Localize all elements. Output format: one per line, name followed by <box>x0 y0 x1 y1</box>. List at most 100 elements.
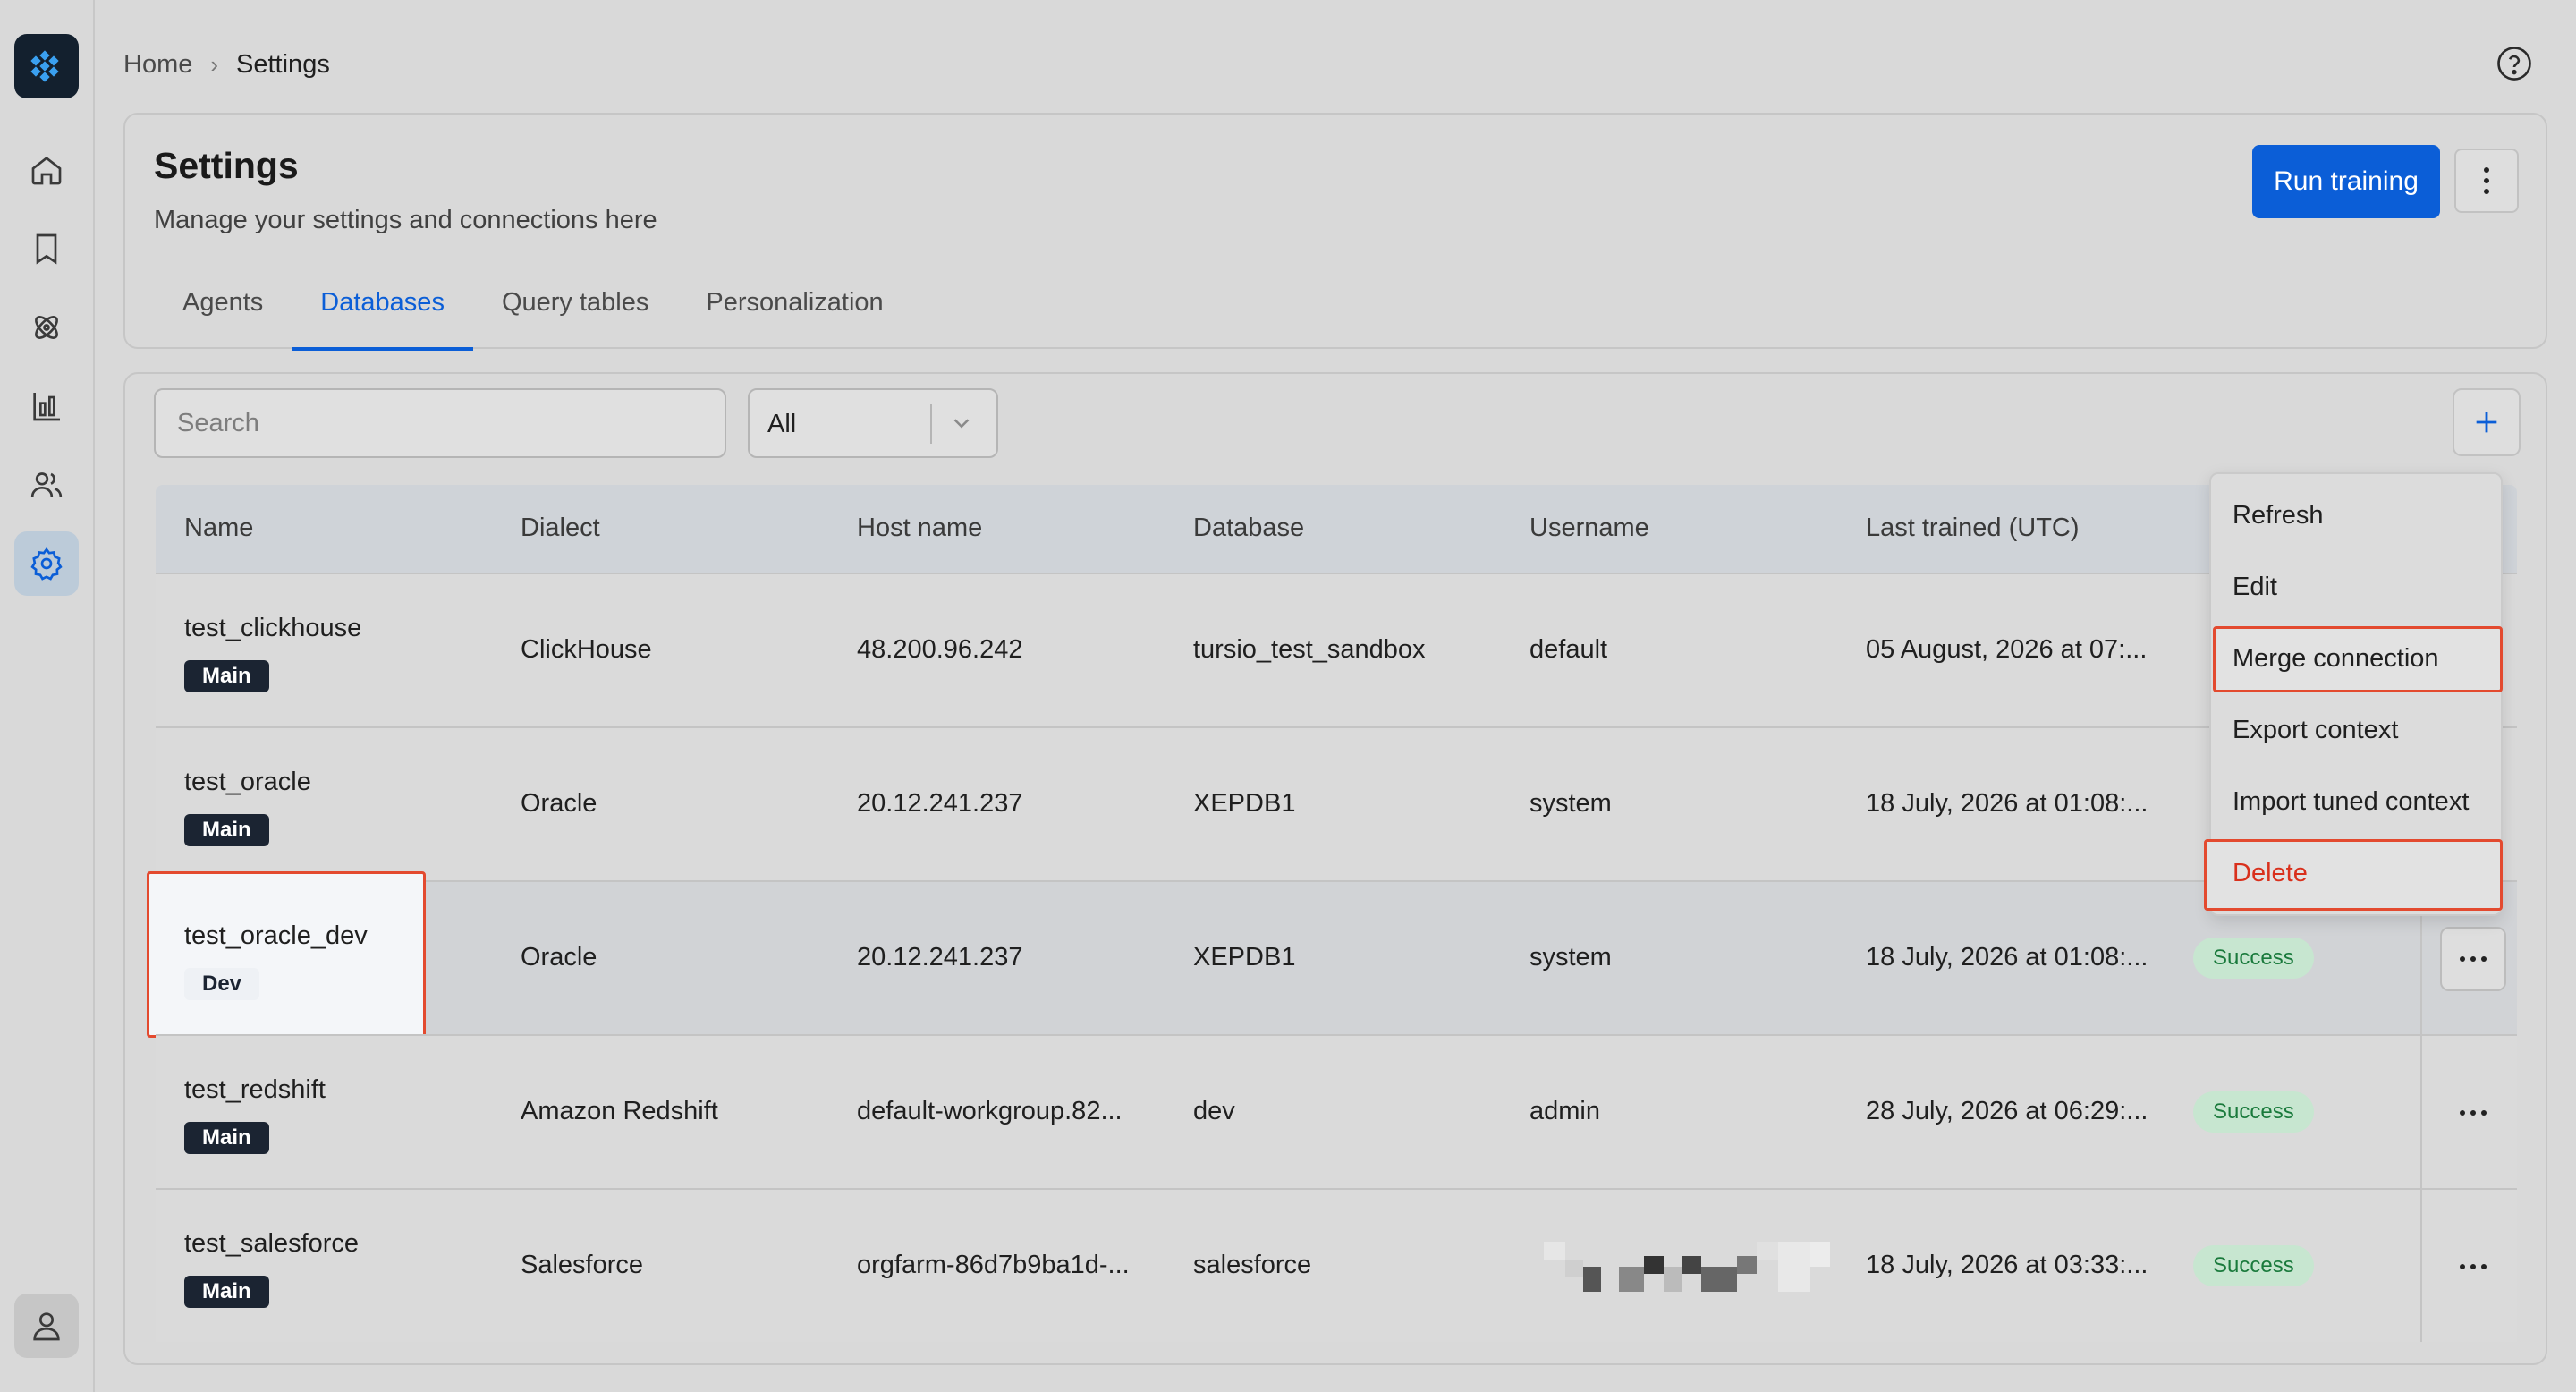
databases-panel: All Name Dialect Host name Database User… <box>123 372 2547 1365</box>
highlighted-name-cell[interactable] <box>147 871 426 1038</box>
database-cell: XEPDB1 <box>1193 943 1296 972</box>
table-row[interactable]: test_clickhouse Main ClickHouse 48.200.9… <box>156 573 2517 726</box>
status-badge: Success <box>2193 1091 2314 1133</box>
breadcrumb-current: Settings <box>236 49 330 79</box>
username-cell: system <box>1530 943 1612 972</box>
database-cell: tursio_test_sandbox <box>1193 635 1426 664</box>
nav-bookmarks[interactable] <box>14 216 79 281</box>
filter-value: All <box>767 410 797 438</box>
database-cell: XEPDB1 <box>1193 789 1296 818</box>
run-training-button[interactable]: Run training <box>2252 145 2440 218</box>
username-cell: admin <box>1530 1097 1600 1125</box>
column-divider <box>2420 1036 2422 1188</box>
breadcrumb: Home › Settings <box>123 45 330 84</box>
app-logo[interactable] <box>14 34 79 98</box>
horizontal-dots-icon <box>2460 1264 2487 1269</box>
table-row[interactable]: test_redshift Main Amazon Redshift defau… <box>156 1034 2517 1188</box>
add-connection-button[interactable] <box>2453 388 2521 456</box>
username-cell: default <box>1530 635 1608 664</box>
vertical-dots-icon <box>2484 167 2489 194</box>
table-row[interactable]: test_salesforce Main Salesforce orgfarm-… <box>156 1188 2517 1342</box>
dialect-cell: ClickHouse <box>521 635 652 664</box>
column-header-last-trained: Last trained (UTC) <box>1866 514 2080 542</box>
database-cell: salesforce <box>1193 1251 1312 1279</box>
nav-profile[interactable] <box>14 1294 79 1358</box>
branch-badge: Dev <box>184 968 260 1000</box>
menu-item-delete[interactable]: Delete <box>2233 859 2308 888</box>
status-badge: Success <box>2193 1245 2314 1286</box>
user-icon <box>33 1312 60 1341</box>
last-trained-cell: 18 July, 2026 at 01:08:... <box>1866 943 2148 972</box>
connection-name: test_salesforce <box>184 1229 360 1258</box>
branch-badge: Main <box>184 814 269 846</box>
status-badge: Success <box>2193 938 2314 979</box>
host-cell: 48.200.96.242 <box>857 635 1023 664</box>
dialect-cell: Oracle <box>521 943 597 972</box>
column-header-database: Database <box>1193 514 1305 542</box>
host-cell: 20.12.241.237 <box>857 943 1023 972</box>
branch-badge: Main <box>184 1276 269 1308</box>
logo-icon <box>30 50 59 82</box>
menu-item-edit[interactable]: Edit <box>2233 573 2277 602</box>
dialect-cell: Oracle <box>521 789 597 818</box>
home-icon <box>31 156 62 185</box>
tab-query-tables[interactable]: Query tables <box>473 276 677 351</box>
help-icon[interactable] <box>2496 45 2533 82</box>
column-header-name: Name <box>184 514 254 542</box>
menu-item-merge-connection[interactable]: Merge connection <box>2233 644 2439 674</box>
tab-databases[interactable]: Databases <box>292 276 473 351</box>
column-header-host: Host name <box>857 514 983 542</box>
connection-name: test_oracle_dev <box>184 921 368 950</box>
database-cell: dev <box>1193 1097 1235 1125</box>
tab-agents[interactable]: Agents <box>154 276 292 351</box>
menu-item-import-tuned-context[interactable]: Import tuned context <box>2233 787 2469 817</box>
settings-header-panel: Settings Manage your settings and connec… <box>123 113 2547 351</box>
row-actions-button[interactable] <box>2440 927 2506 991</box>
page-title: Settings <box>154 145 299 186</box>
last-trained-cell: 28 July, 2026 at 06:29:... <box>1866 1097 2148 1125</box>
nav-users[interactable] <box>14 453 79 517</box>
breadcrumb-separator: › <box>210 50 219 78</box>
row-actions-button[interactable] <box>2440 1235 2506 1299</box>
nav-models[interactable] <box>14 295 79 360</box>
page-subtitle: Manage your settings and connections her… <box>154 206 657 234</box>
tab-personalization[interactable]: Personalization <box>677 276 911 351</box>
horizontal-dots-icon <box>2460 956 2487 962</box>
menu-item-export-context[interactable]: Export context <box>2233 716 2398 745</box>
username-cell: system <box>1530 789 1612 818</box>
dialect-cell: Salesforce <box>521 1251 644 1279</box>
table-header: Name Dialect Host name Database Username… <box>156 485 2517 573</box>
host-cell: 20.12.241.237 <box>857 789 1023 818</box>
plus-icon <box>2476 412 2497 433</box>
branch-badge: Main <box>184 1122 269 1154</box>
last-trained-cell: 18 July, 2026 at 01:08:... <box>1866 789 2148 818</box>
redacted-username <box>1544 1242 1830 1292</box>
branch-badge: Main <box>184 660 269 692</box>
breadcrumb-home[interactable]: Home <box>123 50 192 80</box>
chevron-down-icon <box>953 419 970 429</box>
users-icon <box>30 472 63 497</box>
table-row[interactable]: test_oracle_dev Dev Oracle 20.12.241.237… <box>147 871 2517 1038</box>
settings-tabs: Agents Databases Query tables Personaliz… <box>154 276 912 351</box>
search-input[interactable] <box>154 388 726 458</box>
bar-chart-icon <box>33 393 60 421</box>
filter-select[interactable]: All <box>748 388 998 458</box>
last-trained-cell: 18 July, 2026 at 03:33:... <box>1866 1251 2148 1279</box>
dialect-cell: Amazon Redshift <box>521 1097 718 1125</box>
nav-home[interactable] <box>14 138 79 202</box>
menu-item-refresh[interactable]: Refresh <box>2233 501 2324 530</box>
last-trained-cell: 05 August, 2026 at 07:... <box>1866 635 2148 664</box>
connection-name: test_redshift <box>184 1075 326 1104</box>
connection-name: test_oracle <box>184 768 311 796</box>
sidebar <box>0 0 95 1392</box>
nav-settings[interactable] <box>14 531 79 596</box>
header-more-button[interactable] <box>2454 149 2519 213</box>
gear-icon <box>30 547 63 581</box>
column-header-dialect: Dialect <box>521 514 600 542</box>
nav-analytics[interactable] <box>14 374 79 438</box>
table-row[interactable]: test_oracle Main Oracle 20.12.241.237 XE… <box>156 726 2517 880</box>
connection-name: test_clickhouse <box>184 614 362 642</box>
row-actions-button[interactable] <box>2440 1081 2506 1145</box>
atom-icon <box>35 316 58 339</box>
column-header-username: Username <box>1530 514 1649 542</box>
